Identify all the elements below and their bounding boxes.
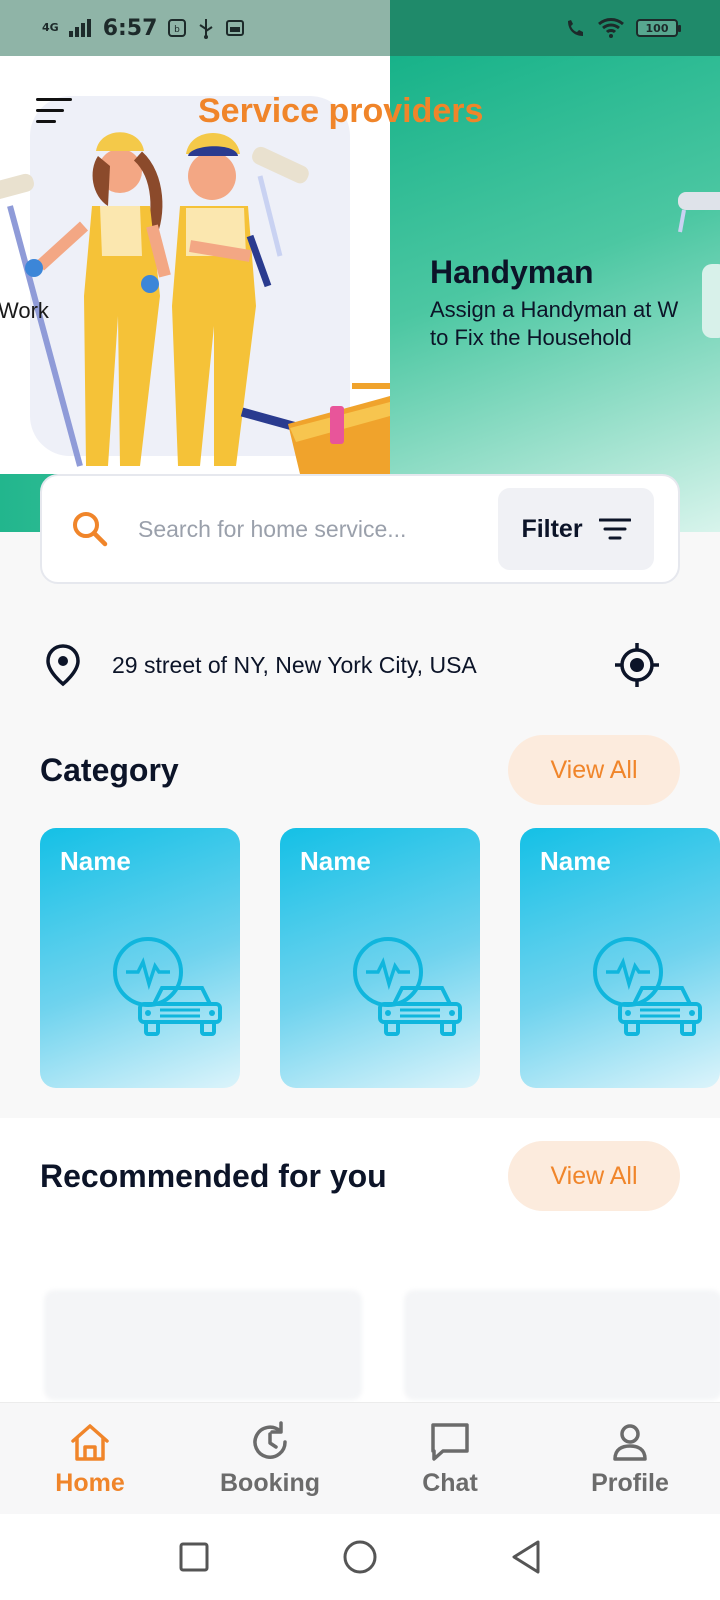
usb-icon bbox=[199, 19, 213, 39]
location-pin-icon bbox=[46, 644, 80, 687]
recommended-title: Recommended for you bbox=[40, 1157, 387, 1194]
bottom-nav: Home Booking Chat Profile bbox=[0, 1402, 720, 1514]
nav-item-chat[interactable]: Chat bbox=[360, 1403, 540, 1514]
category-list: Name Name Name bbox=[40, 828, 720, 1088]
category-title: Category bbox=[40, 751, 179, 788]
signal-icon bbox=[68, 19, 91, 37]
history-icon bbox=[253, 1421, 287, 1459]
slide-subtitle-line1: Assign a Handyman at W bbox=[430, 297, 679, 322]
slide-subtitle: Assign a Handyman at W to Fix the Househ… bbox=[430, 296, 720, 352]
nav-item-home[interactable]: Home bbox=[0, 1403, 180, 1514]
category-name: Name bbox=[60, 846, 131, 876]
home-circle-icon[interactable] bbox=[342, 1539, 378, 1575]
svg-text:b: b bbox=[175, 25, 181, 35]
filter-button[interactable]: Filter bbox=[498, 488, 654, 570]
nav-label-home: Home bbox=[55, 1469, 125, 1497]
mail-icon bbox=[226, 20, 245, 36]
category-card[interactable]: Name bbox=[40, 828, 240, 1088]
profile-icon bbox=[613, 1424, 647, 1461]
search-icon bbox=[73, 512, 108, 547]
home-icon bbox=[71, 1424, 109, 1461]
slide-title: Handyman bbox=[430, 254, 594, 290]
recommended-card-placeholder[interactable] bbox=[44, 1290, 362, 1400]
recommended-card-placeholder[interactable] bbox=[404, 1290, 720, 1400]
category-card[interactable]: Name bbox=[520, 828, 720, 1088]
battery-indicator: 100 bbox=[636, 19, 681, 37]
filter-icon bbox=[598, 518, 631, 540]
nav-label-profile: Profile bbox=[591, 1469, 669, 1497]
menu-button[interactable] bbox=[36, 96, 76, 126]
recommended-view-all-button[interactable]: View All bbox=[508, 1141, 680, 1211]
search-bar: Filter bbox=[40, 474, 680, 584]
recommended-header: Recommended for you View All bbox=[40, 1140, 680, 1212]
recents-icon[interactable] bbox=[176, 1539, 212, 1575]
location-row: 29 street of NY, New York City, USA bbox=[40, 640, 660, 690]
search-input[interactable] bbox=[138, 515, 498, 543]
nav-label-chat: Chat bbox=[422, 1469, 478, 1497]
nav-item-profile[interactable]: Profile bbox=[540, 1403, 720, 1514]
status-bar-left: 4G 6:57 b bbox=[0, 0, 390, 56]
category-header: Category View All bbox=[40, 734, 680, 806]
network-type: 4G bbox=[42, 21, 59, 34]
system-nav-bar bbox=[0, 1514, 720, 1600]
menu-line bbox=[36, 98, 72, 101]
car-diagnostic-icon bbox=[113, 937, 222, 1036]
category-card[interactable]: Name bbox=[280, 828, 480, 1088]
app-notification-icon: b bbox=[168, 19, 187, 37]
nav-item-booking[interactable]: Booking bbox=[180, 1403, 360, 1514]
back-icon[interactable] bbox=[508, 1539, 544, 1575]
page-title: Service providers bbox=[198, 92, 484, 130]
wifi-icon bbox=[598, 18, 624, 38]
status-bar-right: 100 bbox=[390, 0, 720, 56]
chat-icon bbox=[431, 1423, 469, 1461]
current-location-icon[interactable] bbox=[614, 642, 660, 688]
roller-decoration-icon bbox=[678, 192, 720, 233]
location-address: 29 street of NY, New York City, USA bbox=[112, 651, 477, 678]
banner-carousel[interactable]: Work Service providers Handyman Assign a… bbox=[0, 56, 720, 532]
menu-line bbox=[36, 109, 64, 112]
nav-label-booking: Booking bbox=[220, 1469, 320, 1497]
slide-subtitle-line2: to Fix the Household bbox=[430, 325, 632, 350]
prev-slide-fragment: Work bbox=[0, 298, 49, 323]
menu-line bbox=[36, 120, 56, 123]
status-bar: 4G 6:57 b 100 bbox=[0, 0, 720, 56]
car-diagnostic-icon bbox=[593, 937, 702, 1036]
category-name: Name bbox=[540, 846, 611, 876]
category-view-all-button[interactable]: View All bbox=[508, 735, 680, 805]
category-name: Name bbox=[300, 846, 371, 876]
filter-label: Filter bbox=[521, 514, 583, 543]
wifi-call-icon bbox=[568, 20, 583, 36]
car-diagnostic-icon bbox=[353, 937, 462, 1036]
status-time: 6:57 bbox=[102, 15, 158, 41]
